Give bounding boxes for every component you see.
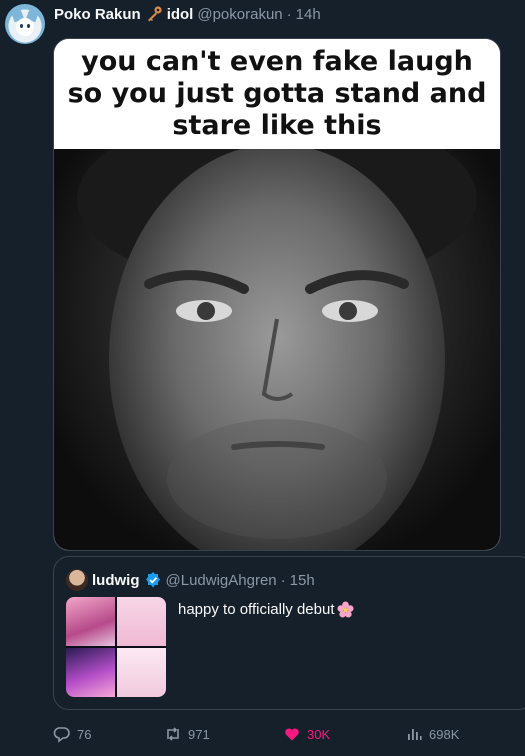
author-name[interactable]: Poko Rakun — [54, 6, 141, 23]
reply-count: 76 — [77, 726, 92, 742]
meme-photo — [54, 149, 500, 550]
author-badge-text: idol — [166, 5, 194, 23]
retweet-count: 971 — [188, 726, 210, 742]
quoted-separator: · — [280, 571, 286, 589]
like-button[interactable]: 30K — [283, 725, 405, 743]
quoted-text-content: happy to officially debut — [178, 601, 335, 618]
views-button[interactable]: 698K — [405, 725, 459, 743]
retweet-icon — [167, 727, 179, 741]
reply-icon — [53, 727, 70, 743]
separator: · — [286, 5, 292, 23]
quoted-text: happy to officially debut — [178, 601, 354, 618]
quoted-tweet[interactable]: ludwig @LudwigAhgren · 15h happy to offi… — [53, 556, 525, 710]
key-icon — [145, 5, 163, 23]
meme-caption: you can't even fake laugh so you just go… — [54, 39, 500, 149]
tweet-actions: 76 971 30K 698K — [53, 722, 473, 746]
reply-button[interactable]: 76 — [53, 725, 164, 743]
views-icon — [408, 729, 422, 740]
author-handle[interactable]: @pokorakun — [197, 6, 282, 23]
tweet-time[interactable]: 14h — [296, 6, 321, 23]
quoted-time: 15h — [289, 571, 315, 589]
author-avatar[interactable] — [5, 4, 45, 44]
views-count: 698K — [429, 726, 460, 742]
quoted-avatar — [66, 569, 88, 591]
verified-icon — [144, 571, 162, 589]
like-count: 30K — [307, 726, 331, 742]
quoted-media-thumbnail[interactable] — [66, 597, 166, 697]
retweet-button[interactable]: 971 — [164, 725, 283, 743]
quoted-author-name: ludwig — [92, 571, 140, 589]
cherry-blossom-icon — [336, 601, 354, 618]
tweet-media[interactable]: you can't even fake laugh so you just go… — [53, 38, 501, 551]
quoted-header: ludwig @LudwigAhgren · 15h — [66, 569, 315, 591]
quoted-handle: @LudwigAhgren — [165, 571, 277, 589]
tweet-header: Poko Rakun idol @pokorakun · 14h — [54, 4, 321, 24]
heart-icon — [285, 728, 299, 741]
